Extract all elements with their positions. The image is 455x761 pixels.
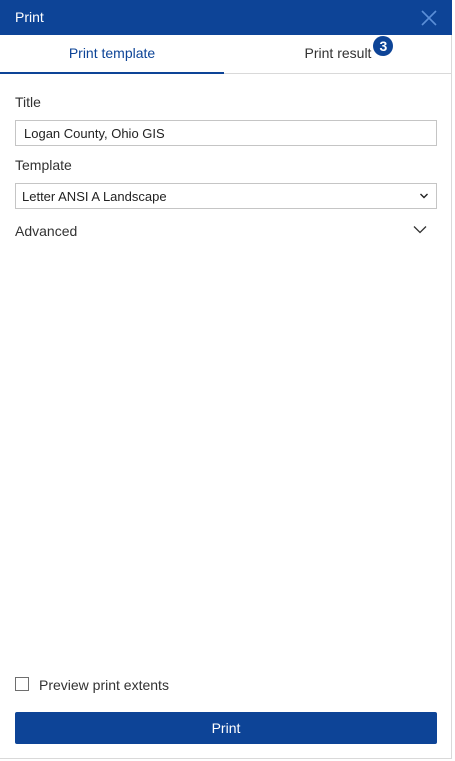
tab-bar: Print template Print result 3 [0,35,452,74]
title-label: Title [15,94,41,110]
result-count-badge: 3 [373,36,394,56]
tab-print-result[interactable]: Print result 3 [226,35,450,74]
print-button[interactable]: Print [15,712,437,744]
title-input[interactable] [15,120,437,146]
chevron-down-icon [420,193,428,199]
preview-extents-checkbox[interactable] [15,677,29,691]
panel-title: Print [15,9,44,25]
preview-extents-label[interactable]: Preview print extents [39,677,169,694]
template-label: Template [15,157,72,173]
tab-label: Print result [304,45,372,61]
panel-header: Print [0,0,452,35]
tab-label: Print template [68,45,156,61]
advanced-label: Advanced [15,223,78,239]
close-icon [421,10,437,26]
advanced-toggle[interactable]: Advanced [15,220,437,242]
chevron-down-icon [413,226,427,234]
tab-print-template[interactable]: Print template [0,35,224,74]
print-panel: Print Print template Print result 3 Titl… [0,0,452,759]
close-button[interactable] [420,9,438,27]
template-select[interactable]: Letter ANSI A Landscape [15,183,437,209]
template-selected-value: Letter ANSI A Landscape [22,189,167,204]
